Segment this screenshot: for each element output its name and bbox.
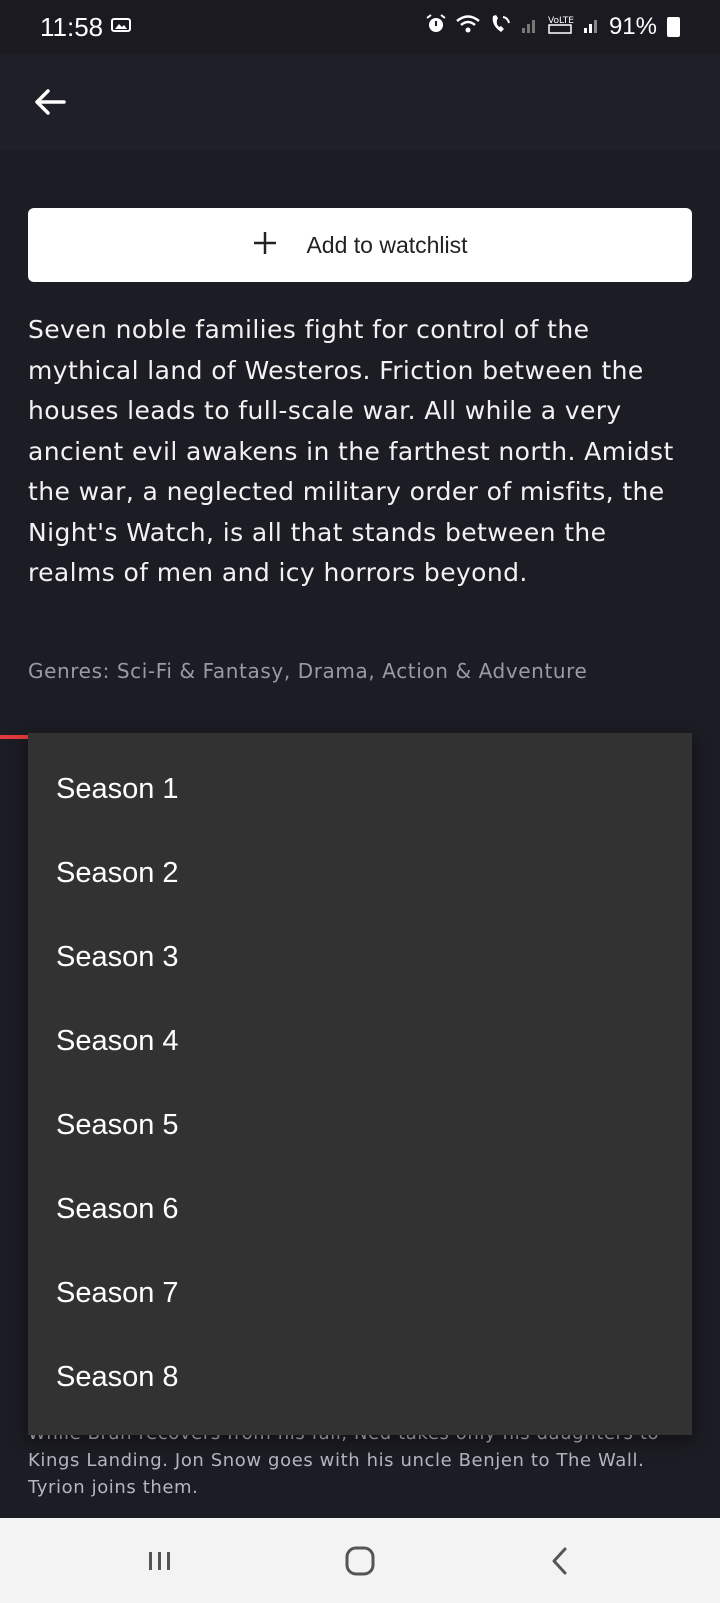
- battery-percentage: 91%: [608, 13, 657, 40]
- show-genres: Genres: Sci-Fi & Fantasy, Drama, Action …: [28, 659, 588, 683]
- season-tab-indicator: [0, 735, 28, 739]
- season-option-2[interactable]: Season 2: [28, 831, 692, 915]
- status-left: 11:58: [40, 11, 132, 43]
- season-option-4[interactable]: Season 4: [28, 999, 692, 1083]
- volte-icon: VoLTE: [547, 13, 575, 42]
- nav-back-button[interactable]: [530, 1531, 590, 1591]
- alarm-icon: [425, 13, 447, 42]
- plus-icon: [252, 228, 278, 262]
- add-to-watchlist-button[interactable]: Add to watchlist: [28, 208, 692, 282]
- signal-icon: [521, 13, 539, 41]
- season-option-3[interactable]: Season 3: [28, 915, 692, 999]
- show-overview: Seven noble families fight for control o…: [28, 315, 674, 587]
- status-bar: 11:58 VoLTE 91%: [0, 0, 720, 54]
- system-navigation-bar: [0, 1518, 720, 1603]
- home-icon: [345, 1546, 375, 1575]
- season-option-7[interactable]: Season 7: [28, 1251, 692, 1335]
- status-time: 11:58: [40, 11, 104, 42]
- status-right: VoLTE 91%: [425, 13, 680, 42]
- season-option-1[interactable]: Season 1: [28, 747, 692, 831]
- back-button[interactable]: [30, 82, 70, 122]
- back-arrow-icon: [35, 89, 66, 115]
- season-option-5[interactable]: Season 5: [28, 1083, 692, 1167]
- season-option-6[interactable]: Season 6: [28, 1167, 692, 1251]
- signal-icon-2: [583, 13, 601, 41]
- nav-back-icon: [552, 1547, 567, 1574]
- app-bar: [0, 54, 720, 150]
- gallery-notification-icon: [111, 16, 132, 39]
- wifi-icon: [455, 13, 481, 42]
- watchlist-label: Add to watchlist: [306, 231, 468, 258]
- wifi-call-icon: [489, 13, 513, 42]
- battery-icon: [667, 17, 680, 37]
- recents-icon: [149, 1551, 170, 1570]
- season-dropdown-menu: Season 1 Season 2 Season 3 Season 4 Seas…: [28, 733, 692, 1435]
- recents-button[interactable]: [130, 1531, 190, 1591]
- home-button[interactable]: [330, 1531, 390, 1591]
- season-option-8[interactable]: Season 8: [28, 1335, 692, 1419]
